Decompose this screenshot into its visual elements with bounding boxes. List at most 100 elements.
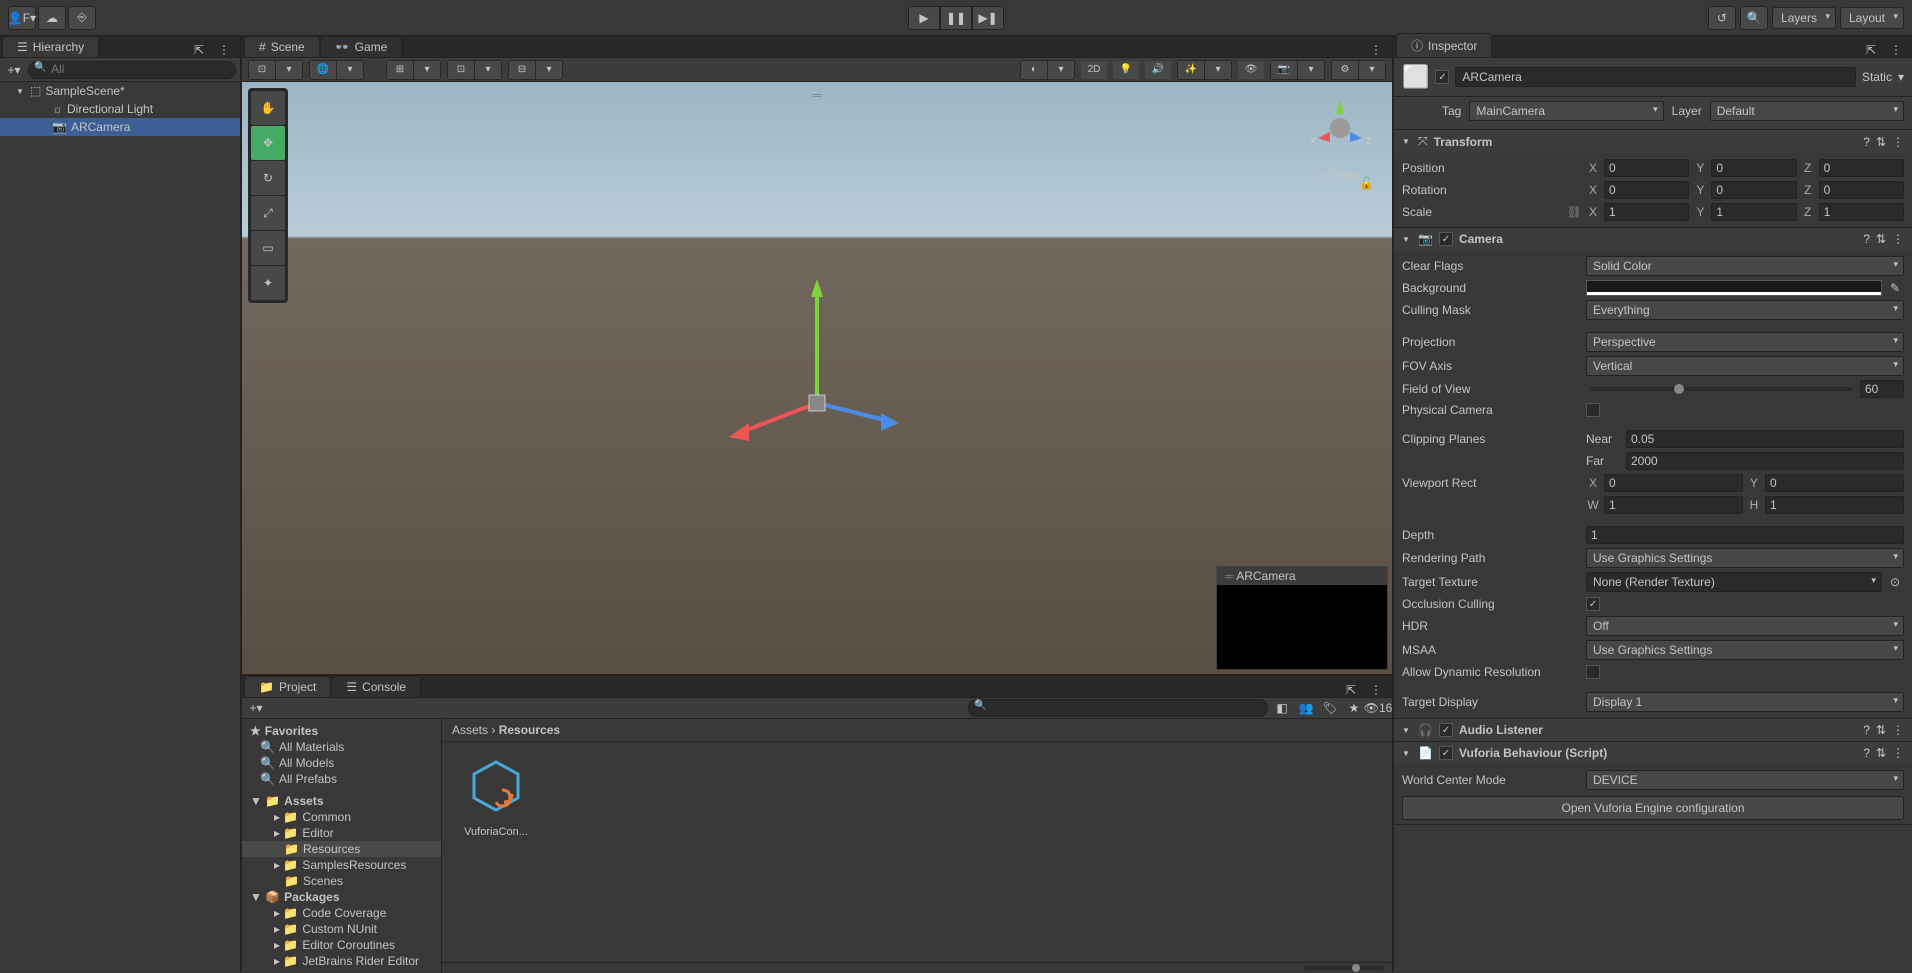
asset-grid[interactable]: VuforiaCon...	[442, 742, 1392, 962]
fov-axis-dropdown[interactable]: Vertical	[1586, 356, 1904, 376]
transform-header[interactable]: ▼ ⤧ Transform ? ⇅ ⋮	[1394, 130, 1912, 153]
viewport-h-input[interactable]	[1765, 496, 1904, 514]
tab-game[interactable]: 👓 Game	[320, 36, 403, 57]
component-menu-icon[interactable]: ⋮	[1892, 746, 1904, 760]
rotate-tool[interactable]: ↻	[251, 161, 285, 195]
rotation-y-input[interactable]	[1711, 181, 1796, 199]
foldout-icon[interactable]: ▼	[1402, 726, 1412, 735]
project-menu-icon[interactable]: ⋮	[1364, 683, 1388, 697]
tab-scene[interactable]: # Scene	[244, 36, 320, 57]
search-by-label-button[interactable]: 👥	[1296, 698, 1316, 718]
pivot-dropdown[interactable]: ▾	[276, 61, 302, 79]
scale-y-input[interactable]	[1711, 203, 1796, 221]
culling-mask-dropdown[interactable]: Everything	[1586, 300, 1904, 320]
far-input[interactable]	[1626, 452, 1904, 470]
rendering-path-dropdown[interactable]: Use Graphics Settings	[1586, 548, 1904, 568]
fov-value-input[interactable]	[1860, 380, 1904, 398]
help-icon[interactable]: ?	[1863, 723, 1870, 737]
version-control-button[interactable]: ⎆	[68, 6, 96, 30]
project-search-input[interactable]	[968, 699, 1268, 717]
open-vuforia-config-button[interactable]: Open Vuforia Engine configuration	[1402, 796, 1904, 820]
camera-dropdown[interactable]: ▾	[1298, 61, 1324, 79]
account-button[interactable]: 👤 F ▾	[8, 6, 36, 30]
inspector-menu-icon[interactable]: ⋮	[1884, 43, 1908, 57]
handle-icon[interactable]: ═	[813, 88, 822, 102]
layout-dropdown[interactable]: Layout	[1840, 7, 1904, 29]
grid-snap-dropdown[interactable]: ▾	[414, 61, 440, 79]
pause-button[interactable]: ❚❚	[940, 6, 972, 30]
asset-vuforia-config[interactable]: VuforiaCon...	[456, 756, 536, 838]
viewport-y-input[interactable]	[1765, 474, 1904, 492]
rect-tool[interactable]: ▭	[251, 231, 285, 265]
rotation-x-input[interactable]	[1604, 181, 1689, 199]
camera-header[interactable]: ▼ 📷 Camera ? ⇅ ⋮	[1394, 228, 1912, 250]
move-tool[interactable]: ✥	[251, 126, 285, 160]
fav-all-models[interactable]: 🔍 All Models	[242, 755, 441, 771]
active-checkbox[interactable]	[1435, 70, 1449, 84]
folder-resources[interactable]: 📁 Resources	[242, 841, 441, 857]
pivot-mode-button[interactable]: ⊡	[249, 61, 275, 79]
pkg-editor-coroutines[interactable]: ▸ 📁 Editor Coroutines	[242, 937, 441, 953]
project-tree[interactable]: ★ Favorites 🔍 All Materials 🔍 All Models…	[242, 719, 442, 973]
folder-samples-resources[interactable]: ▸ 📁 SamplesResources	[242, 857, 441, 873]
global-search-button[interactable]: 🔍	[1740, 6, 1768, 30]
tab-console[interactable]: ☰Console	[331, 676, 421, 697]
tab-inspector[interactable]: ⓘInspector	[1396, 33, 1492, 57]
pkg-code-coverage[interactable]: ▸ 📁 Code Coverage	[242, 905, 441, 921]
physical-camera-checkbox[interactable]	[1586, 403, 1600, 417]
packages-header[interactable]: ▼ 📦 Packages	[242, 889, 441, 905]
global-local-button[interactable]: 🌐	[310, 61, 336, 79]
scale-z-input[interactable]	[1819, 203, 1904, 221]
global-dropdown[interactable]: ▾	[337, 61, 363, 79]
scene-root-item[interactable]: ▼ ⬚ SampleScene*	[0, 82, 240, 100]
scene-menu-icon[interactable]: ⋮	[1364, 43, 1388, 57]
pkg-custom-nunit[interactable]: ▸ 📁 Custom NUnit	[242, 921, 441, 937]
inspector-popout-icon[interactable]: ⇱	[1860, 43, 1882, 57]
asset-zoom-slider[interactable]	[1304, 966, 1384, 970]
eyedropper-icon[interactable]: ✎	[1886, 281, 1904, 295]
help-icon[interactable]: ?	[1863, 135, 1870, 149]
fov-slider[interactable]	[1590, 387, 1852, 391]
vuforia-header[interactable]: ▼ 📄 Vuforia Behaviour (Script) ? ⇅ ⋮	[1394, 742, 1912, 764]
static-dropdown-icon[interactable]: ▾	[1898, 70, 1904, 84]
background-color-picker[interactable]	[1586, 280, 1882, 296]
camera-enabled-checkbox[interactable]	[1439, 232, 1453, 246]
folder-scenes[interactable]: 📁 Scenes	[242, 873, 441, 889]
dynamic-resolution-checkbox[interactable]	[1586, 665, 1600, 679]
position-z-input[interactable]	[1819, 159, 1904, 177]
position-x-input[interactable]	[1604, 159, 1689, 177]
snap-settings-dropdown[interactable]: ▾	[536, 61, 562, 79]
fav-all-prefabs[interactable]: 🔍 All Prefabs	[242, 771, 441, 787]
object-picker-icon[interactable]: ⊙	[1886, 575, 1904, 589]
play-button[interactable]: ▶	[908, 6, 940, 30]
snap-increment-button[interactable]: ⊡	[448, 61, 474, 79]
lighting-toggle-button[interactable]: 💡	[1113, 61, 1139, 79]
camera-settings-button[interactable]: 📷	[1271, 61, 1297, 79]
snap-settings-button[interactable]: ⊟	[509, 61, 535, 79]
near-input[interactable]	[1626, 430, 1904, 448]
breadcrumb[interactable]: Assets › Resources	[442, 719, 1392, 742]
scene-viewport[interactable]: ✋ ✥ ↻ ⤢ ▭ ✦	[242, 82, 1392, 674]
target-texture-field[interactable]: None (Render Texture)	[1586, 572, 1882, 592]
lock-icon[interactable]: 🔓	[1359, 176, 1374, 190]
audio-listener-header[interactable]: ▼ 🎧 Audio Listener ? ⇅ ⋮	[1394, 719, 1912, 741]
hierarchy-menu-icon[interactable]: ⋮	[212, 43, 236, 57]
target-display-dropdown[interactable]: Display 1	[1586, 692, 1904, 712]
breadcrumb-current[interactable]: Resources	[499, 723, 560, 737]
project-create-dropdown[interactable]: +▾	[246, 698, 266, 718]
vuforia-enabled-checkbox[interactable]	[1439, 746, 1453, 760]
rotation-z-input[interactable]	[1819, 181, 1904, 199]
tag-dropdown[interactable]: MainCamera	[1469, 101, 1663, 121]
fav-all-materials[interactable]: 🔍 All Materials	[242, 739, 441, 755]
tab-hierarchy[interactable]: ☰ Hierarchy	[2, 36, 99, 57]
assets-header[interactable]: ▼ 📁 Assets	[242, 793, 441, 809]
snap-increment-dropdown[interactable]: ▾	[475, 61, 501, 79]
search-by-type-button[interactable]: ◧	[1272, 698, 1292, 718]
msaa-dropdown[interactable]: Use Graphics Settings	[1586, 640, 1904, 660]
visibility-toggle-button[interactable]: 👁	[1238, 61, 1264, 79]
breadcrumb-root[interactable]: Assets	[452, 723, 488, 737]
scale-x-input[interactable]	[1604, 203, 1689, 221]
hand-tool[interactable]: ✋	[251, 91, 285, 125]
preset-icon[interactable]: ⇅	[1876, 723, 1886, 737]
audio-toggle-button[interactable]: 🔊	[1145, 61, 1171, 79]
